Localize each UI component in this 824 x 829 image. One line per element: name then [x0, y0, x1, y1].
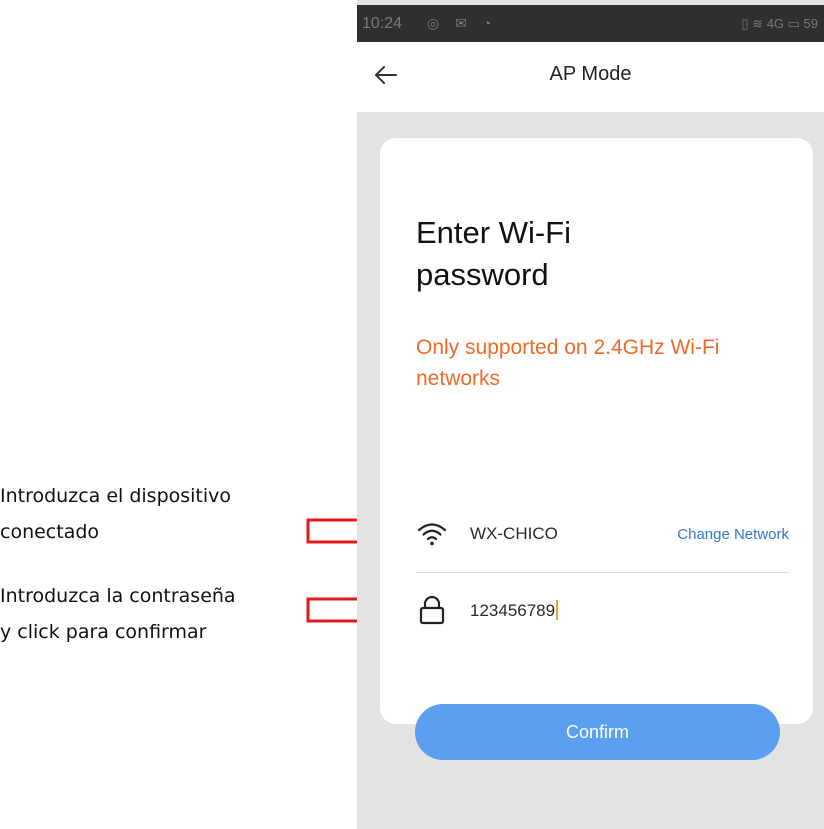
frequency-notice: Only supported on 2.4GHz Wi-Fi networks — [416, 336, 720, 390]
wifi-icon — [417, 523, 447, 546]
password-field[interactable]: 123456789 — [470, 600, 559, 621]
wifi-network-row: WX-CHICO Change Network — [416, 514, 789, 573]
status-system-icons: ▯ ≋ 4G ▭ 59 — [741, 16, 818, 31]
status-notification-icons: ◎ ✉ ◔ — [427, 15, 498, 31]
password-row[interactable]: 123456789 — [416, 590, 789, 638]
status-bar: 10:24 ◎ ✉ ◔ ▯ ≋ 4G ▭ 59 — [357, 5, 824, 42]
change-network-link[interactable]: Change Network — [677, 526, 789, 543]
wifi-password-card: Enter Wi-Fi password Only supported on 2… — [380, 138, 813, 760]
nav-bar: AP Mode — [357, 42, 824, 112]
annotation-line: Introduzca el dispositivo — [0, 485, 232, 507]
password-value: 123456789 — [470, 601, 556, 620]
annotation-line: Introduzca la contraseña — [0, 585, 236, 607]
page-title: AP Mode — [549, 63, 632, 85]
phone-screen: 10:24 ◎ ✉ ◔ ▯ ≋ 4G ▭ 59 AP Mode Enter Wi… — [357, 0, 824, 829]
lock-icon — [419, 595, 445, 625]
wifi-ssid: WX-CHICO — [470, 524, 558, 543]
annotation-line: y click para confirmar — [0, 621, 207, 643]
annotation-line: conectado — [0, 521, 100, 543]
confirm-button[interactable]: Confirm — [415, 704, 780, 760]
annotation-password: Introduzca la contraseña y click para co… — [0, 578, 300, 650]
status-time: 10:24 — [362, 15, 403, 32]
card-heading: Enter Wi-Fi password — [416, 215, 571, 292]
text-cursor — [556, 600, 559, 620]
annotation-wifi: Introduzca el dispositivo conectado — [0, 478, 300, 550]
